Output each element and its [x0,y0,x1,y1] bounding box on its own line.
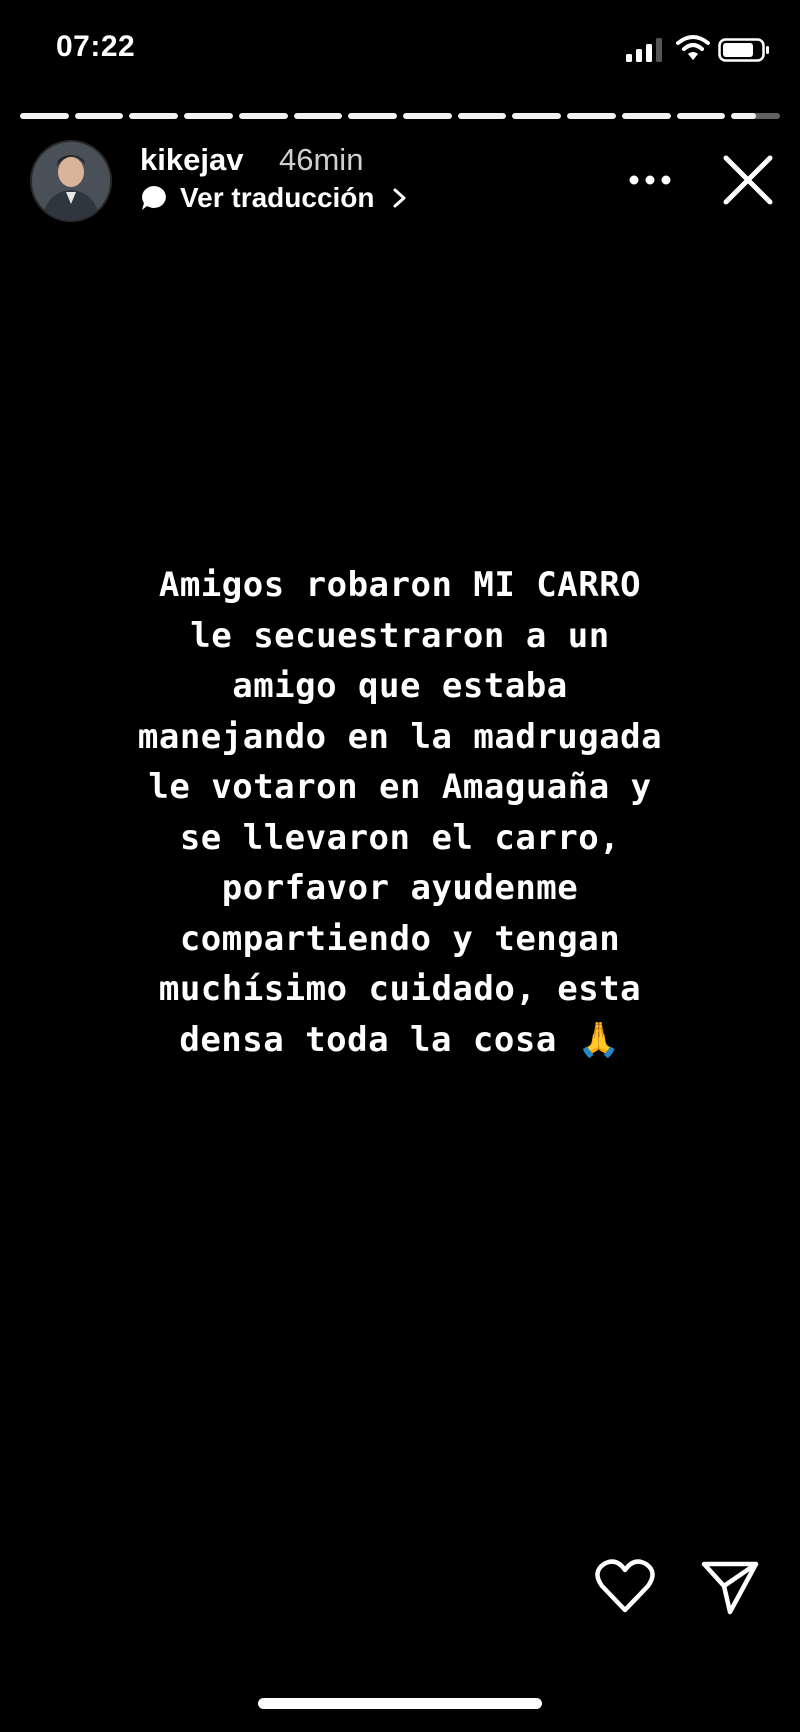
story-progress-fill [731,113,756,119]
chevron-right-icon [393,188,406,208]
story-progress-segment [184,113,233,119]
story-progress-segment [567,113,616,119]
send-icon[interactable] [700,1556,760,1616]
story-progress-segment [457,113,507,119]
status-time: 07:22 [56,30,136,63]
home-indicator [258,1698,542,1709]
story-progress-fill [129,113,179,119]
story-progress-bar [20,113,781,119]
avatar[interactable] [30,140,112,222]
more-options-icon[interactable] [628,168,672,192]
speech-bubble-icon [142,186,166,210]
story-progress-fill [676,113,726,119]
story-progress-fill [403,113,452,119]
story-progress-fill [348,113,398,119]
story-progress-fill [184,113,233,119]
story-progress-segment [74,113,124,119]
story-progress-fill [512,113,562,119]
story-progress-segment [293,113,343,119]
story-progress-fill [74,113,124,119]
heart-icon[interactable] [594,1558,656,1614]
story-username[interactable]: kikejav [140,142,243,178]
story-progress-fill [238,113,288,119]
story-progress-segment [512,113,562,119]
wifi-icon [676,35,710,60]
story-progress-segment [238,113,288,119]
battery-icon [718,38,769,62]
story-header: kikejav 46min Ver traducción [0,138,800,228]
story-progress-segment [129,113,179,119]
signal-icon [626,38,662,62]
story-progress-fill [621,113,671,119]
story-progress-segment [731,113,781,119]
story-progress-segment [20,113,69,119]
close-icon[interactable] [720,152,776,208]
story-progress-fill [457,113,507,119]
story-progress-segment [621,113,671,119]
story-progress-segment [348,113,398,119]
status-bar: 07:22 [0,0,800,100]
story-time-ago: 46min [279,142,364,177]
story-progress-fill [20,113,69,119]
story-text: Amigos robaron MI CARRO le secuestraron … [137,565,663,1060]
story-progress-segment [676,113,726,119]
story-progress-segment [403,113,452,119]
see-translation-button[interactable]: Ver traducción [140,182,409,214]
story-progress-fill [293,113,343,119]
story-progress-fill [567,113,616,119]
see-translation-label: Ver traducción [180,182,375,213]
